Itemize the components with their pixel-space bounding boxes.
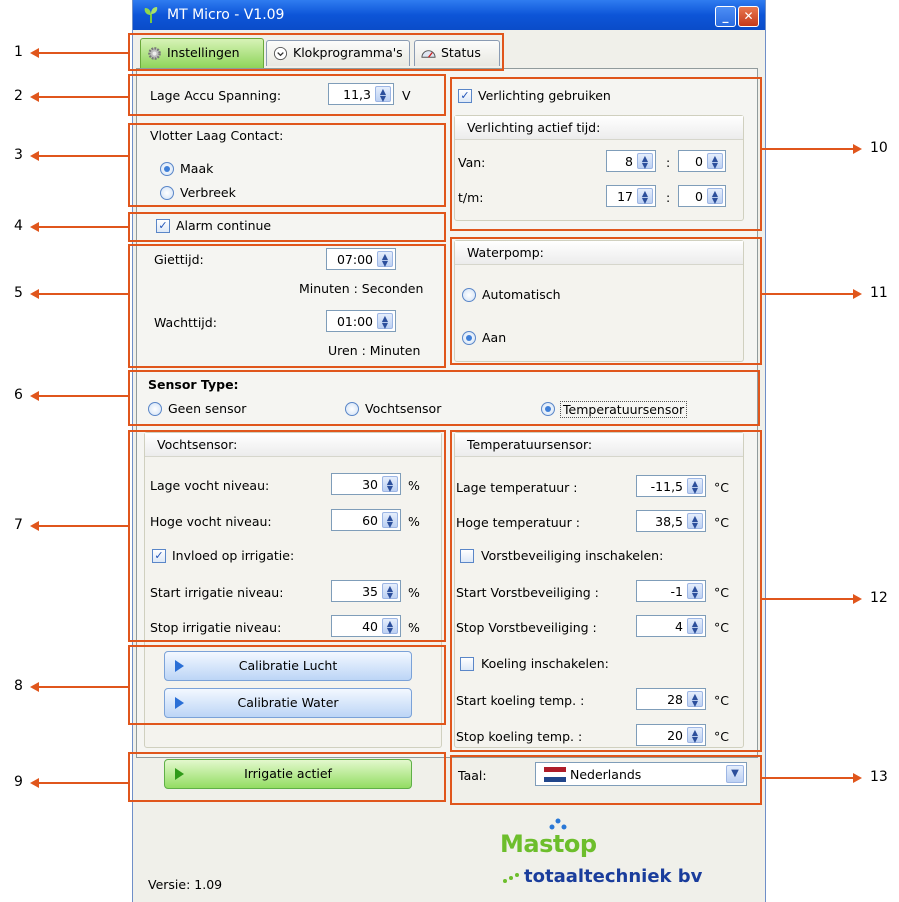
annotation-number-5: 5 [14, 285, 23, 301]
version-text: Versie: 1.09 [148, 877, 223, 892]
arrow-head-icon [30, 682, 39, 692]
arrow-line [38, 686, 128, 688]
arrow-head-icon [853, 289, 862, 299]
arrow-line [38, 155, 128, 157]
annotation-number-10: 10 [870, 140, 888, 156]
arrow-line [38, 782, 128, 784]
arrow-head-icon [30, 391, 39, 401]
annotation-number-11: 11 [870, 285, 888, 301]
highlight-box-2 [128, 74, 446, 116]
logo-top-text: Mastop [500, 830, 597, 858]
arrow-head-icon [30, 778, 39, 788]
minimize-button[interactable]: _ [715, 6, 736, 27]
highlight-box-6 [128, 370, 760, 426]
highlight-box-4 [128, 212, 446, 242]
annotation-number-7: 7 [14, 517, 23, 533]
arrow-line [38, 293, 128, 295]
arrow-line [38, 525, 128, 527]
highlight-box-5 [128, 244, 446, 368]
arrow-head-icon [853, 144, 862, 154]
arrow-line [38, 96, 128, 98]
annotation-number-2: 2 [14, 88, 23, 104]
close-button[interactable]: ✕ [738, 6, 759, 27]
arrow-head-icon [30, 521, 39, 531]
drops-small-icon [503, 873, 519, 883]
arrow-head-icon [30, 92, 39, 102]
arrow-head-icon [853, 773, 862, 783]
logo-bottom-text: totaaltechniek bv [524, 866, 703, 887]
window-title: MT Micro - V1.09 [167, 7, 285, 23]
arrow-line [762, 777, 854, 779]
highlight-box-12 [450, 430, 762, 752]
highlight-box-3 [128, 123, 446, 207]
annotation-number-8: 8 [14, 678, 23, 694]
app-leaf-icon [144, 7, 158, 23]
annotation-number-9: 9 [14, 774, 23, 790]
annotation-number-6: 6 [14, 387, 23, 403]
highlight-box-13 [450, 755, 762, 805]
arrow-line [762, 598, 854, 600]
arrow-head-icon [30, 151, 39, 161]
arrow-line [38, 226, 128, 228]
annotation-number-4: 4 [14, 218, 23, 234]
annotation-number-1: 1 [14, 44, 23, 60]
annotation-number-12: 12 [870, 590, 888, 606]
arrow-line [762, 293, 854, 295]
arrow-line [38, 395, 128, 397]
annotation-number-3: 3 [14, 147, 23, 163]
highlight-box-7 [128, 430, 446, 642]
highlight-box-1 [128, 33, 504, 71]
arrow-head-icon [853, 594, 862, 604]
arrow-head-icon [30, 222, 39, 232]
highlight-box-9 [128, 752, 446, 802]
highlight-box-11 [450, 237, 762, 365]
arrow-line [38, 52, 128, 54]
highlight-box-10 [450, 77, 762, 231]
title-bar: MT Micro - V1.09 _ ✕ [133, 0, 765, 30]
annotation-number-13: 13 [870, 769, 888, 785]
arrow-line [762, 148, 854, 150]
highlight-box-8 [128, 645, 446, 725]
mastop-logo: Mastop totaaltechniek bv [500, 818, 710, 894]
arrow-head-icon [30, 289, 39, 299]
arrow-head-icon [30, 48, 39, 58]
